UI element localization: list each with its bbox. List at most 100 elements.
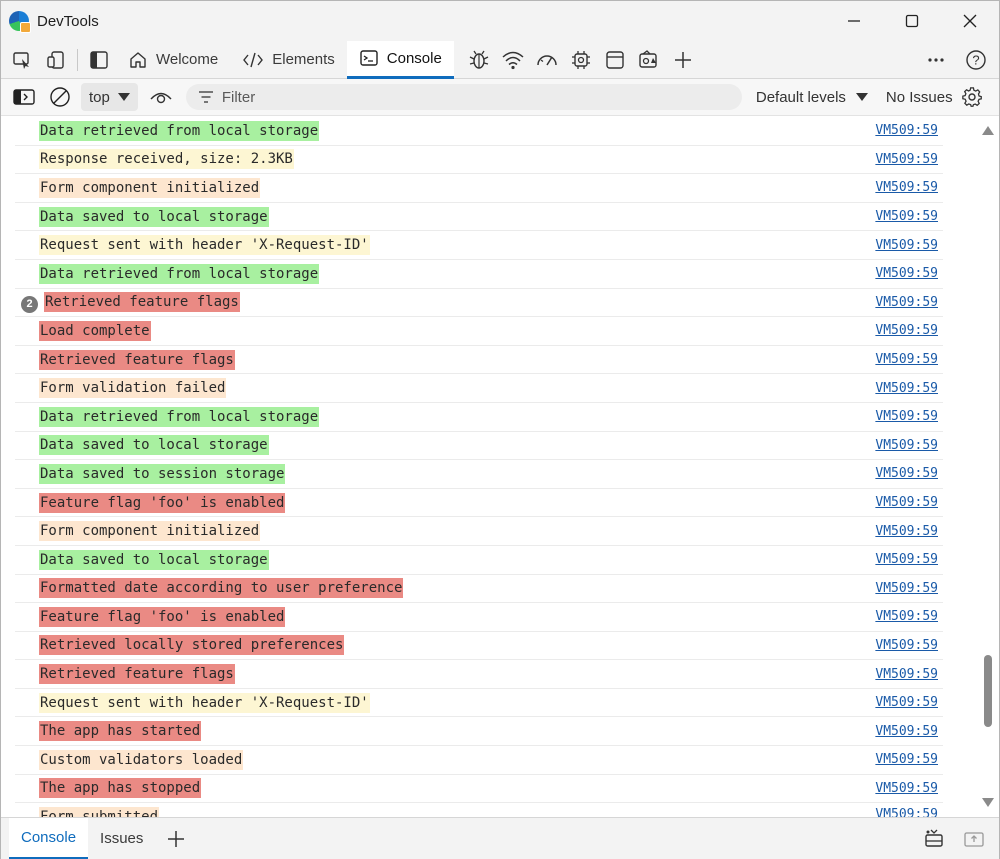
tab-label: Welcome — [156, 51, 219, 68]
svg-text:?: ? — [972, 53, 979, 68]
source-link[interactable]: VM509:59 — [875, 752, 938, 767]
clear-console-icon — [50, 87, 70, 107]
console-message-text: Feature flag 'foo' is enabled — [39, 606, 286, 627]
tab-console[interactable]: Console — [346, 40, 454, 79]
console-message-row: Retrieved locally stored preferences VM50… — [15, 632, 943, 661]
scroll-down-arrow-icon[interactable] — [982, 798, 994, 807]
add-tool-icon — [674, 51, 691, 68]
tabbar-right-tools: ? — [919, 41, 993, 79]
scrollbar-thumb[interactable] — [984, 655, 992, 727]
application-window-icon — [606, 50, 624, 69]
source-link[interactable]: VM509:59 — [875, 581, 938, 596]
console-message-row: Load complete VM509:59 — [15, 317, 943, 346]
css-overview-tool-button[interactable] — [632, 43, 666, 77]
javascript-context-select[interactable]: top — [81, 83, 138, 111]
application-tool-button[interactable] — [598, 43, 632, 77]
performance-gauge-icon — [537, 54, 557, 65]
inspect-element-button[interactable] — [5, 43, 39, 77]
dock-to-drawer-icon — [925, 829, 943, 847]
source-link[interactable]: VM509:59 — [875, 638, 938, 653]
source-link[interactable]: VM509:59 — [875, 409, 938, 424]
filter-box[interactable] — [185, 84, 742, 110]
source-link[interactable]: VM509:59 — [875, 466, 938, 481]
home-icon — [130, 51, 146, 68]
edge-devtools-logo-icon — [9, 11, 31, 33]
scroll-up-arrow-icon[interactable] — [982, 126, 994, 135]
issues-counter[interactable]: No Issues — [886, 89, 953, 106]
close-drawer-button[interactable] — [963, 829, 985, 849]
console-message-text: Load complete — [39, 320, 151, 341]
source-link[interactable]: VM509:59 — [875, 238, 938, 253]
console-message-text: Data saved to local storage — [39, 206, 269, 227]
drawer-add-tool-button[interactable] — [155, 818, 197, 859]
chevron-down-icon — [117, 93, 130, 101]
help-icon: ? — [966, 50, 986, 70]
console-message-text: Retrieved locally stored preferences — [39, 635, 345, 656]
toggle-sidebar-button[interactable] — [82, 43, 116, 77]
console-message-row: Request sent with header 'X-Request-ID' V… — [15, 231, 943, 260]
live-expression-button[interactable] — [146, 82, 176, 112]
source-link[interactable]: VM509:59 — [875, 781, 938, 796]
console-message-row: Formatted date according to user prefere… — [15, 575, 943, 604]
close-icon — [963, 14, 977, 28]
tab-welcome[interactable]: Welcome — [116, 41, 230, 79]
source-link[interactable]: VM509:59 — [875, 352, 938, 367]
source-link[interactable]: VM509:59 — [875, 552, 938, 567]
console-message-row: Form submitted VM509:59 — [15, 803, 943, 817]
console-message-row: The app has stopped VM509:59 — [15, 775, 943, 804]
console-message-text: Data saved to local storage — [39, 549, 269, 570]
console-toolbar: top Default levels No Issues — [1, 79, 999, 116]
network-tool-button[interactable] — [496, 43, 530, 77]
source-link[interactable]: VM509:59 — [875, 152, 938, 167]
more-options-button[interactable] — [919, 43, 953, 77]
console-message-text: Data saved to session storage — [39, 463, 286, 484]
source-link[interactable]: VM509:59 — [875, 295, 938, 310]
minimize-button[interactable] — [825, 1, 883, 41]
window-title: DevTools — [37, 12, 99, 30]
clear-console-button[interactable] — [45, 82, 75, 112]
show-console-sidebar-button[interactable] — [9, 82, 39, 112]
source-link[interactable]: VM509:59 — [875, 667, 938, 682]
help-button[interactable]: ? — [959, 43, 993, 77]
source-link[interactable]: VM509:59 — [875, 609, 938, 624]
device-emulation-button[interactable] — [39, 43, 73, 77]
console-scrollbar[interactable] — [979, 117, 997, 817]
source-link[interactable]: VM509:59 — [875, 438, 938, 453]
console-message-text: Data retrieved from local storage — [39, 120, 320, 141]
console-message-text: Request sent with header 'X-Request-ID' — [39, 692, 370, 713]
source-link[interactable]: VM509:59 — [875, 180, 938, 195]
console-message-row: Data saved to session storage VM509:59 — [15, 460, 943, 489]
tab-elements[interactable]: Elements — [230, 41, 347, 79]
log-levels-dropdown[interactable]: Default levels — [756, 89, 868, 106]
filter-input[interactable] — [221, 88, 722, 106]
source-link[interactable]: VM509:59 — [875, 266, 938, 281]
console-message-row: Retrieved feature flags VM509:59 — [15, 660, 943, 689]
drawer-tab-issues[interactable]: Issues — [88, 818, 155, 859]
source-link[interactable]: VM509:59 — [875, 695, 938, 710]
drawer-tab-console[interactable]: Console — [9, 817, 89, 859]
source-link[interactable]: VM509:59 — [875, 123, 938, 138]
memory-tool-button[interactable] — [564, 43, 598, 77]
close-button[interactable] — [941, 1, 999, 41]
tab-label: Console — [386, 49, 442, 67]
source-link[interactable]: VM509:59 — [875, 209, 938, 224]
source-link[interactable]: VM509:59 — [875, 495, 938, 510]
source-link[interactable]: VM509:59 — [875, 724, 938, 739]
source-link[interactable]: VM509:59 — [875, 524, 938, 539]
sources-tool-button[interactable] — [462, 43, 496, 77]
maximize-button[interactable] — [883, 1, 941, 41]
source-link[interactable]: VM509:59 — [875, 323, 938, 338]
console-settings-button[interactable] — [961, 86, 983, 108]
devtools-window: DevTools Welcome Elements Console ? top … — [0, 0, 1000, 859]
source-link[interactable]: VM509:59 — [875, 381, 938, 396]
console-message-text: Data saved to local storage — [39, 435, 269, 456]
source-link[interactable]: VM509:59 — [875, 807, 938, 817]
quick-view-dock-button[interactable] — [923, 829, 945, 849]
console-message-row: Data saved to local storage VM509:59 — [15, 203, 943, 232]
console-message-row: Data saved to local storage VM509:59 — [15, 546, 943, 575]
console-message-text: Form submitted — [39, 807, 160, 817]
performance-tool-button[interactable] — [530, 43, 564, 77]
add-tool-button[interactable] — [666, 43, 700, 77]
repeat-count-badge: 2 — [21, 295, 38, 313]
console-message-row: Form validation failed VM509:59 — [15, 374, 943, 403]
